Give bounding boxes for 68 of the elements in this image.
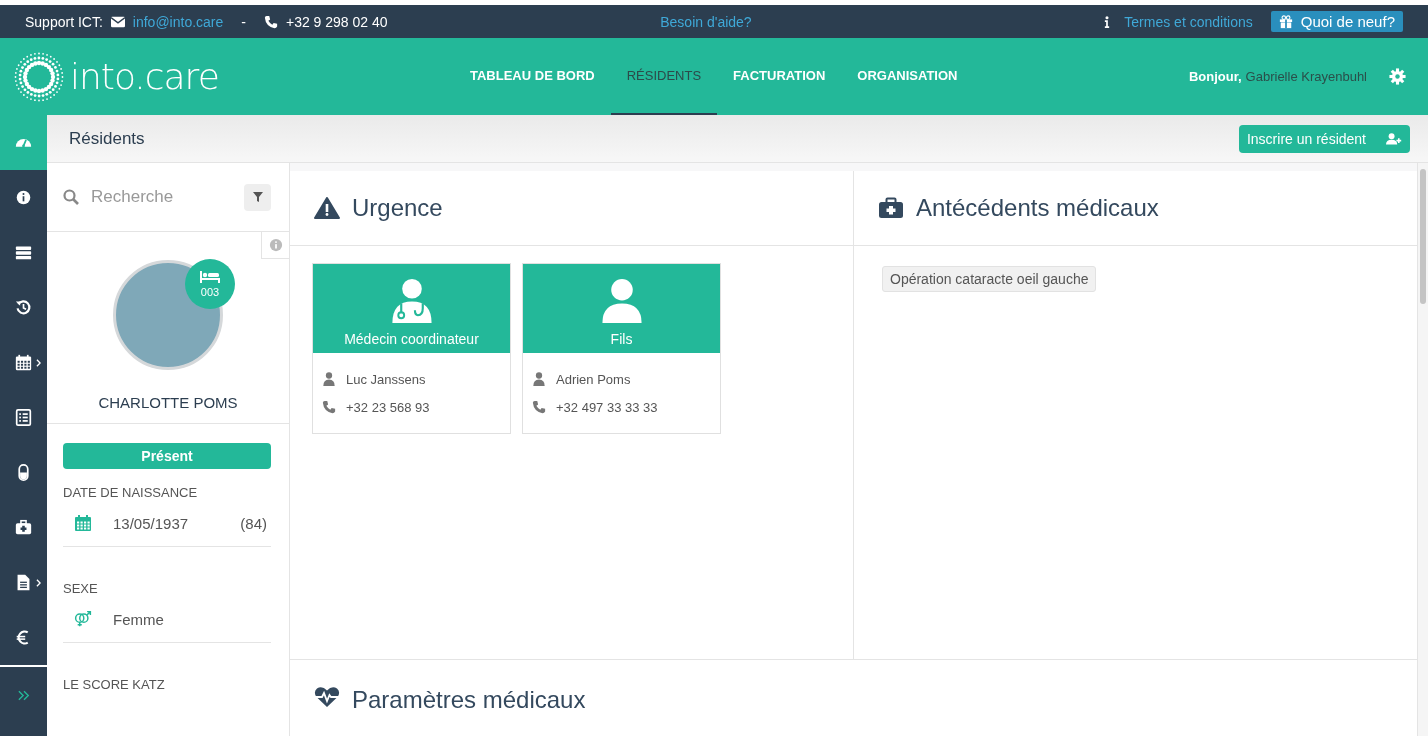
history-icon: [15, 299, 32, 316]
calendar-icon: [74, 514, 92, 532]
separator-text: -: [241, 13, 246, 30]
contact-phone: +32 497 33 33 33: [556, 399, 658, 415]
warning-icon: [314, 197, 340, 219]
status-button[interactable]: Présent: [63, 443, 271, 469]
phone-icon: [264, 14, 278, 29]
search-icon: [63, 189, 79, 205]
field-label: LE SCORE KATZ: [63, 677, 166, 692]
person-icon: [532, 372, 546, 386]
filter-button[interactable]: [244, 183, 271, 211]
filter-icon: [252, 192, 263, 202]
info-icon: [15, 189, 32, 206]
envelope-icon: [110, 14, 125, 29]
greeting-text: Bonjour,: [1188, 69, 1242, 84]
gender-icon: [74, 610, 92, 628]
medkit-icon: [878, 197, 904, 219]
room-number: 003: [200, 285, 220, 298]
help-link[interactable]: Besoin d'aide?: [660, 13, 752, 30]
phone-icon: [532, 400, 546, 414]
nav-tab[interactable]: FACTURATION: [717, 38, 842, 115]
field-label: DATE DE NAISSANCE: [63, 485, 199, 500]
chevron-right-icon: [36, 578, 41, 587]
checklist-icon: [15, 409, 32, 426]
phone-number: +32 9 298 02 40: [286, 13, 388, 30]
dotted-ring-icon: [14, 51, 64, 102]
section-title: Urgence: [352, 194, 443, 222]
contact-phone: +32 23 568 93: [346, 399, 430, 415]
doctor-icon: [389, 278, 434, 325]
section-title: Paramètres médicaux: [352, 686, 586, 714]
nav-tab[interactable]: ORGANISATION: [841, 38, 974, 115]
calendar-icon: [15, 354, 32, 371]
contact-role: Fils: [610, 331, 633, 347]
scrollbar[interactable]: [1417, 163, 1428, 736]
whats-new-button[interactable]: Quoi de neuf?: [1270, 11, 1403, 32]
person-icon: [322, 372, 336, 386]
bed-icon: [200, 270, 220, 283]
person-icon: [599, 278, 644, 325]
section-title: Antécédents médicaux: [916, 194, 1159, 222]
list-icon: [15, 244, 32, 261]
resident-name: CHARLOTTE POMS: [98, 394, 238, 411]
nav-tab[interactable]: TABLEAU DE BORD: [454, 38, 611, 115]
capsule-icon: [15, 464, 32, 481]
heartbeat-icon: [314, 686, 340, 708]
email-link[interactable]: info@into.care: [132, 13, 224, 30]
info-icon: [1104, 15, 1111, 28]
contact-role: Médecin coordinateur: [344, 331, 479, 347]
user-plus-icon: [1386, 130, 1402, 147]
page-title: Résidents: [69, 128, 145, 149]
contact-name: Adrien Poms: [556, 371, 631, 387]
gift-icon: [1278, 14, 1293, 29]
user-name: Gabrielle Krayenbuhl: [1245, 69, 1367, 84]
chevron-right-icon: [36, 358, 41, 367]
double-chevron-icon[interactable]: [17, 689, 30, 701]
field-value: Femme: [113, 610, 164, 628]
logo-text: into.care: [70, 56, 219, 97]
info-icon: [268, 238, 283, 252]
document-icon: [15, 574, 32, 591]
add-resident-button[interactable]: Inscrire un résident: [1238, 124, 1410, 153]
medkit-icon: [15, 519, 32, 536]
terms-link[interactable]: Termes et conditions: [1124, 13, 1253, 30]
field-value: 13/05/1937: [113, 514, 189, 532]
support-label: Support ICT:: [25, 13, 103, 30]
field-label: SEXE: [63, 581, 99, 596]
phone-icon: [322, 400, 336, 414]
age-text: (84): [240, 514, 267, 532]
history-tag: Opération cataracte oeil gauche: [882, 266, 1097, 292]
contact-name: Luc Janssens: [346, 371, 426, 387]
